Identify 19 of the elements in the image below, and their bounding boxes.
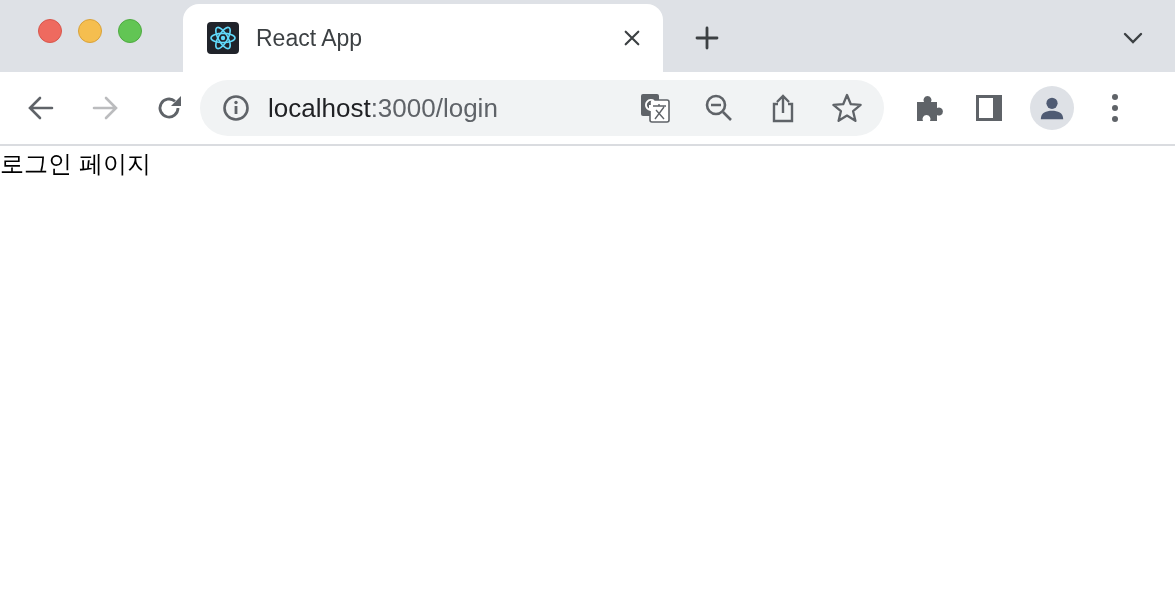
chevron-down-icon[interactable]: [1123, 32, 1143, 44]
new-tab-icon[interactable]: [695, 26, 719, 50]
tab-title: React App: [256, 24, 364, 52]
back-arrow-icon[interactable]: [27, 94, 55, 122]
atom-icon: [207, 22, 239, 54]
close-window-button[interactable]: [38, 19, 62, 43]
address-bar[interactable]: localhost:3000/login: [200, 80, 884, 136]
side-panel-icon[interactable]: [974, 93, 1004, 123]
close-icon[interactable]: [623, 29, 641, 47]
star-icon[interactable]: [832, 93, 862, 123]
zoom-out-icon[interactable]: [704, 93, 734, 123]
page-heading: 로그인 페이지: [0, 150, 151, 177]
browser-tab[interactable]: React App: [183, 4, 663, 72]
translate-icon[interactable]: [640, 93, 670, 123]
menu-icon[interactable]: [1110, 93, 1120, 123]
info-icon[interactable]: [222, 94, 250, 122]
url-text: localhost:3000/login: [268, 92, 498, 124]
puzzle-icon[interactable]: [914, 93, 944, 123]
profile-avatar[interactable]: [1030, 86, 1074, 130]
